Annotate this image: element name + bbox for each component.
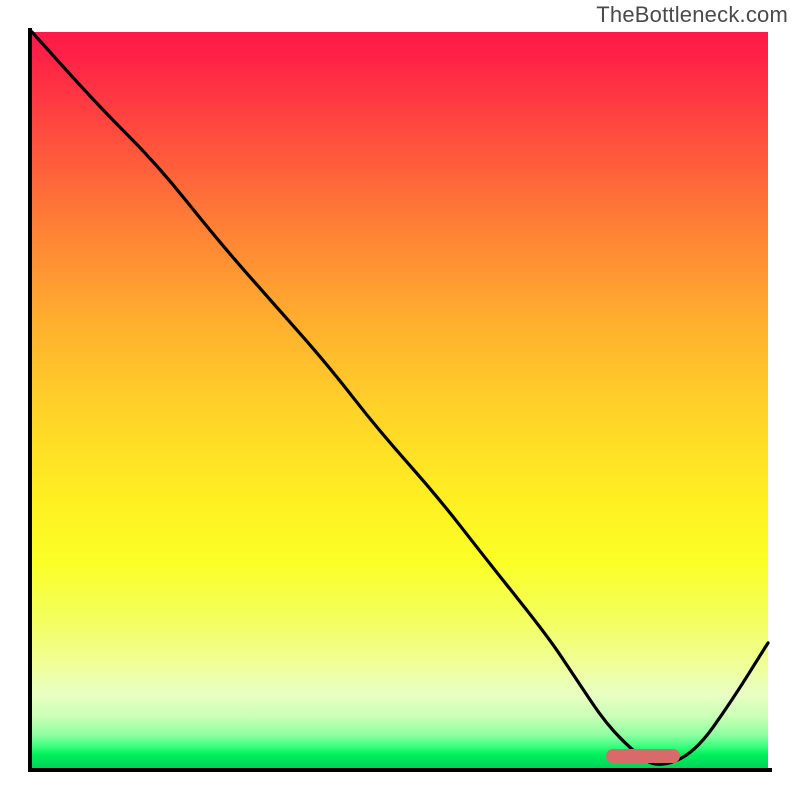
x-axis (28, 768, 772, 772)
watermark-text: TheBottleneck.com (596, 2, 788, 28)
y-axis (28, 28, 32, 772)
optimal-band-marker (606, 749, 680, 763)
bottleneck-curve (32, 32, 768, 768)
chart-container: TheBottleneck.com (0, 0, 800, 800)
